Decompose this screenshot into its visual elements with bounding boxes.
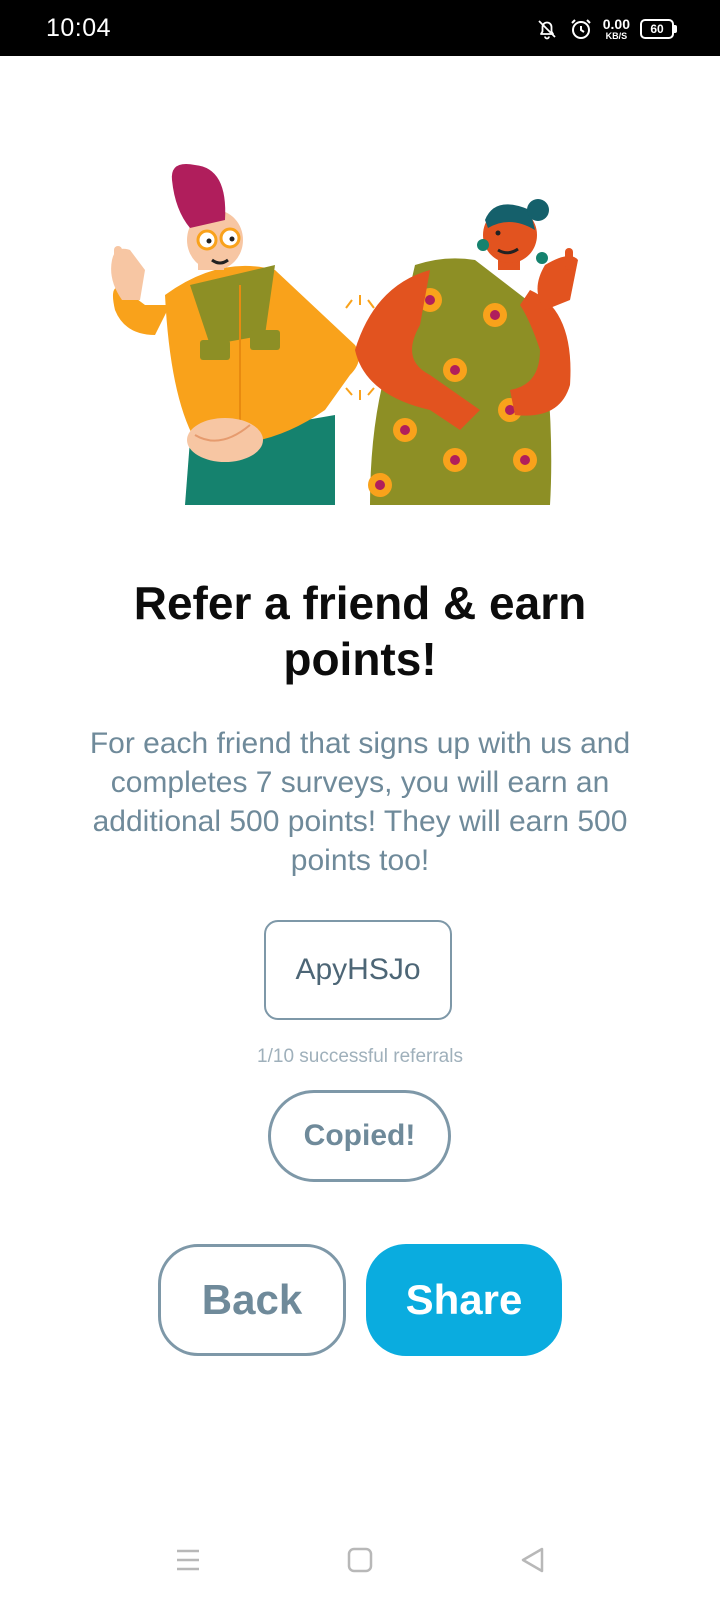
referral-code: ApyHSJo: [295, 953, 421, 986]
alarm-icon: [571, 19, 591, 39]
network-speed-value: 0.00: [602, 16, 630, 32]
navigation-bar: [0, 1520, 720, 1600]
network-speed-unit: KB/S: [605, 31, 628, 41]
share-button[interactable]: Share: [366, 1244, 562, 1356]
referrals-status: 1/10 successful referrals: [257, 1046, 463, 1067]
home-square-icon[interactable]: [342, 1542, 378, 1578]
copy-code-button[interactable]: Copied!: [268, 1090, 451, 1182]
status-bar: 10:04 0.00 KB/S 60: [0, 0, 720, 56]
battery-icon: 60: [640, 19, 677, 39]
status-icons: 0.00 KB/S 60: [535, 14, 677, 44]
two-friends-thumbs-up-illustration: [111, 164, 578, 505]
refer-friend-screen: 10:04 0.00 KB/S 60 Refer a friend & earn…: [0, 0, 720, 1600]
back-button[interactable]: Back: [158, 1244, 346, 1356]
network-speed: 0.00 KB/S: [603, 17, 630, 41]
menu-icon[interactable]: [170, 1542, 206, 1578]
back-triangle-icon[interactable]: [514, 1542, 550, 1578]
status-time: 10:04: [46, 14, 112, 42]
battery-level: 60: [650, 22, 664, 36]
bell-muted-icon: [538, 20, 556, 40]
referral-description: For each friend that signs up with us an…: [89, 727, 631, 877]
page-title: Refer a friend & earn points!: [133, 577, 587, 685]
referral-code-box[interactable]: ApyHSJo: [264, 920, 452, 1020]
